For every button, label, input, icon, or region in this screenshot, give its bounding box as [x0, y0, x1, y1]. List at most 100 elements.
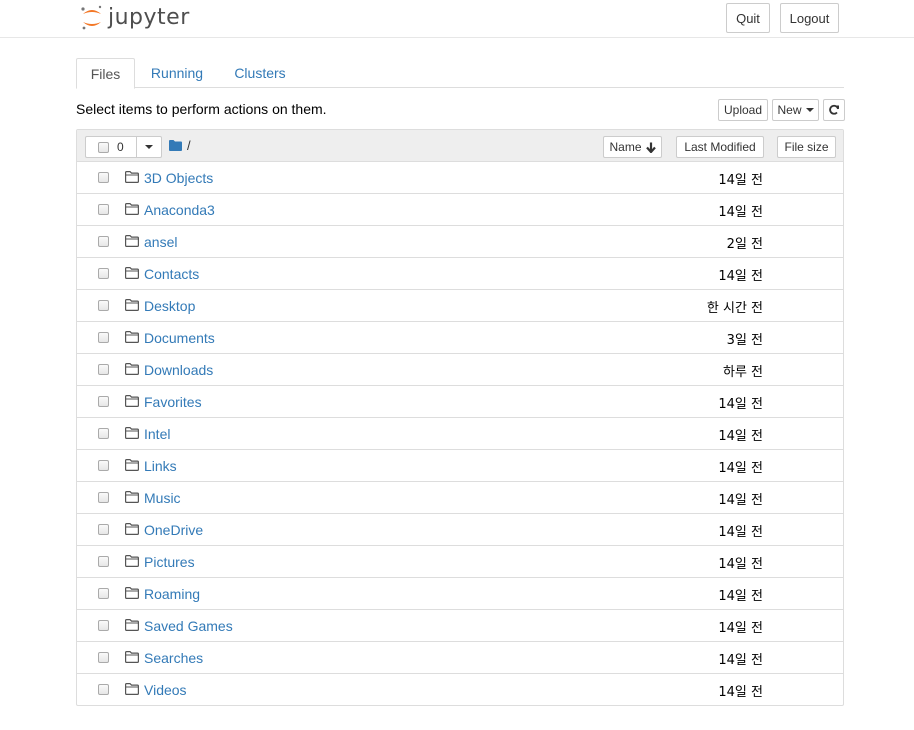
breadcrumb: / [169, 138, 191, 153]
list-item[interactable]: ansel 2일 전 [77, 226, 843, 258]
selection-message: Select items to perform actions on them. [76, 101, 327, 117]
item-checkbox[interactable] [98, 652, 109, 663]
folder-icon [125, 683, 139, 695]
item-name-link[interactable]: ansel [144, 234, 177, 250]
item-checkbox[interactable] [98, 332, 109, 343]
select-all-control[interactable]: 0 [85, 136, 162, 158]
item-name-link[interactable]: 3D Objects [144, 170, 213, 186]
item-checkbox[interactable] [98, 588, 109, 599]
folder-icon [125, 235, 139, 247]
item-name-link[interactable]: Links [144, 458, 177, 474]
list-item[interactable]: Contacts 14일 전 [77, 258, 843, 290]
folder-icon [125, 203, 139, 215]
file-list: 0 / Name Last Modified File size 3D Obje… [76, 129, 844, 706]
item-checkbox[interactable] [98, 684, 109, 695]
item-checkbox[interactable] [98, 524, 109, 535]
list-item[interactable]: OneDrive 14일 전 [77, 514, 843, 546]
item-modified: 14일 전 [718, 557, 763, 572]
tab-clusters[interactable]: Clusters [226, 58, 294, 88]
item-modified: 14일 전 [718, 685, 763, 700]
item-modified: 2일 전 [726, 237, 763, 252]
list-item[interactable]: 3D Objects 14일 전 [77, 162, 843, 194]
folder-icon [125, 427, 139, 439]
list-item[interactable]: Music 14일 전 [77, 482, 843, 514]
file-list-header: 0 / Name Last Modified File size [77, 130, 843, 162]
tab-files[interactable]: Files [76, 58, 135, 89]
item-modified: 14일 전 [718, 397, 763, 412]
jupyter-logo[interactable]: jupyter [80, 3, 190, 33]
breadcrumb-root[interactable]: / [187, 138, 191, 153]
item-modified: 14일 전 [718, 461, 763, 476]
item-checkbox[interactable] [98, 236, 109, 247]
item-modified: 14일 전 [718, 429, 763, 444]
item-checkbox[interactable] [98, 620, 109, 631]
selected-count: 0 [117, 140, 124, 154]
list-item[interactable]: Roaming 14일 전 [77, 578, 843, 610]
item-name-link[interactable]: Music [144, 490, 181, 506]
item-checkbox[interactable] [98, 396, 109, 407]
folder-icon [125, 459, 139, 471]
item-checkbox[interactable] [98, 428, 109, 439]
folder-icon [125, 619, 139, 631]
jupyter-logo-icon [81, 5, 102, 30]
item-name-link[interactable]: Documents [144, 330, 215, 346]
folder-solid-icon[interactable] [169, 140, 182, 151]
folder-icon [125, 331, 139, 343]
list-item[interactable]: Saved Games 14일 전 [77, 610, 843, 642]
item-name-link[interactable]: Intel [144, 426, 170, 442]
select-all-checkbox[interactable] [98, 141, 109, 153]
list-item[interactable]: Intel 14일 전 [77, 418, 843, 450]
selection-dropdown-button[interactable] [136, 136, 162, 158]
item-modified: 14일 전 [718, 205, 763, 220]
caret-down-icon [145, 145, 153, 149]
folder-icon [125, 491, 139, 503]
item-name-link[interactable]: Pictures [144, 554, 195, 570]
sort-by-size-button[interactable]: File size [777, 136, 836, 158]
sort-by-name-button[interactable]: Name [603, 136, 662, 158]
list-item[interactable]: Downloads 하루 전 [77, 354, 843, 386]
item-checkbox[interactable] [98, 204, 109, 215]
refresh-button[interactable] [823, 99, 845, 121]
sort-name-label: Name [609, 140, 642, 154]
logout-button[interactable]: Logout [780, 3, 839, 33]
item-modified: 14일 전 [718, 173, 763, 188]
item-checkbox[interactable] [98, 556, 109, 567]
item-checkbox[interactable] [98, 492, 109, 503]
item-checkbox[interactable] [98, 460, 109, 471]
list-item[interactable]: Searches 14일 전 [77, 642, 843, 674]
sort-by-modified-button[interactable]: Last Modified [676, 136, 764, 158]
upload-button[interactable]: Upload [718, 99, 768, 121]
list-item[interactable]: Links 14일 전 [77, 450, 843, 482]
list-item[interactable]: Anaconda3 14일 전 [77, 194, 843, 226]
caret-down-icon [805, 108, 814, 112]
item-modified: 14일 전 [718, 621, 763, 636]
item-name-link[interactable]: Roaming [144, 586, 200, 602]
folder-icon [125, 299, 139, 311]
quit-button[interactable]: Quit [726, 3, 770, 33]
new-dropdown-button[interactable]: New [772, 99, 819, 121]
tab-bar: Files Running Clusters [76, 58, 844, 89]
item-name-link[interactable]: OneDrive [144, 522, 203, 538]
tab-running[interactable]: Running [142, 58, 212, 88]
item-modified: 14일 전 [718, 525, 763, 540]
item-name-link[interactable]: Contacts [144, 266, 199, 282]
item-name-link[interactable]: Anaconda3 [144, 202, 215, 218]
item-name-link[interactable]: Saved Games [144, 618, 233, 634]
item-name-link[interactable]: Downloads [144, 362, 213, 378]
list-item[interactable]: Favorites 14일 전 [77, 386, 843, 418]
folder-icon [125, 267, 139, 279]
item-checkbox[interactable] [98, 300, 109, 311]
item-checkbox[interactable] [98, 172, 109, 183]
list-item[interactable]: Desktop 한 시간 전 [77, 290, 843, 322]
list-item[interactable]: Pictures 14일 전 [77, 546, 843, 578]
list-item[interactable]: Videos 14일 전 [77, 674, 843, 706]
item-modified: 14일 전 [718, 653, 763, 668]
item-name-link[interactable]: Favorites [144, 394, 202, 410]
item-name-link[interactable]: Videos [144, 682, 187, 698]
list-item[interactable]: Documents 3일 전 [77, 322, 843, 354]
item-checkbox[interactable] [98, 268, 109, 279]
item-name-link[interactable]: Desktop [144, 298, 195, 314]
item-checkbox[interactable] [98, 364, 109, 375]
folder-icon [125, 363, 139, 375]
item-name-link[interactable]: Searches [144, 650, 203, 666]
